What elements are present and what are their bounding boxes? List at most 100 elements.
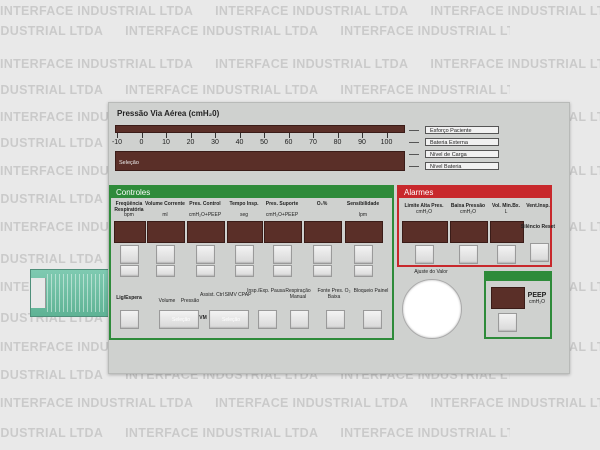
selection-display — [115, 151, 405, 171]
param-unit: seg — [239, 212, 249, 218]
watermark-text: INTERFACE INDUSTRIAL LTDA — [0, 4, 194, 18]
watermark-row: INTERFACE INDUSTRIAL LTDA INTERFACE INDUS… — [0, 24, 510, 42]
param-display — [187, 221, 225, 243]
param-name: O₂% — [316, 201, 328, 207]
watermark-text: INTERFACE INDUSTRIAL LTDA — [430, 4, 600, 18]
watermark-row: INTERFACE INDUSTRIAL LTDA INTERFACE INDUS… — [0, 4, 600, 22]
watermark-text: INTERFACE INDUSTRIAL LTDA — [125, 24, 319, 38]
status-led — [409, 130, 419, 131]
param-up-button[interactable] — [354, 245, 373, 264]
param-display — [147, 221, 185, 243]
pressao-label: Pressão — [180, 298, 200, 304]
watermark-text: INTERFACE INDUSTRIAL LTDA — [0, 426, 104, 440]
param-down-button[interactable] — [156, 265, 175, 277]
param-down-button[interactable] — [196, 265, 215, 277]
param-down-button[interactable] — [120, 265, 139, 277]
param-up-button[interactable] — [313, 245, 332, 264]
scale-label: 80 — [333, 139, 342, 146]
pressure-bargraph — [115, 125, 405, 133]
param-down-button[interactable] — [273, 265, 292, 277]
watermark-text: INTERFACE INDUSTRIAL LTDA — [0, 252, 104, 266]
param-up-button[interactable] — [156, 245, 175, 264]
bloqueio-painel-button[interactable] — [363, 310, 382, 329]
alarm-display — [450, 221, 488, 243]
selection-display-label: Seleção — [119, 160, 139, 166]
peep-unit: cmH₂O — [528, 299, 546, 305]
param-display — [304, 221, 342, 243]
alarm-adjust-button[interactable] — [497, 245, 516, 264]
insp-exp-pausa-button[interactable] — [258, 310, 277, 329]
scale-label: -10 — [111, 139, 123, 146]
param-name: Pres. Suporte — [265, 201, 299, 207]
respiracao-manual-button[interactable] — [290, 310, 309, 329]
param-unit: cmH₂O+PEEP — [188, 212, 222, 218]
scale-label: 90 — [358, 139, 366, 146]
scale-tick — [362, 133, 363, 138]
watermark-text: INTERFACE INDUSTRIAL LTDA — [430, 396, 600, 410]
silencio-reset-button[interactable] — [530, 243, 549, 262]
watermark-text: INTERFACE INDUSTRIAL LTDA — [125, 83, 319, 97]
watermark-row: INTERFACE INDUSTRIAL LTDA INTERFACE INDUS… — [0, 396, 600, 414]
watermark-row: INTERFACE INDUSTRIAL LTDA INTERFACE INDUS… — [0, 83, 510, 101]
watermark-text: INTERFACE INDUSTRIAL LTDA — [0, 57, 194, 71]
scale-tick — [386, 133, 388, 138]
alarm-adjust-button[interactable] — [459, 245, 478, 264]
status-led — [409, 166, 419, 167]
scale-tick — [190, 133, 192, 138]
peep-section-header — [486, 273, 550, 281]
ribbon-tab — [31, 278, 46, 308]
scale-tick — [313, 133, 314, 138]
param-up-button[interactable] — [235, 245, 254, 264]
vm-selecao-button[interactable]: Seleção — [209, 310, 249, 329]
scale-tick — [239, 133, 241, 138]
scale-tick — [117, 133, 118, 138]
watermark-row: INTERFACE INDUSTRIAL LTDA INTERFACE INDUS… — [0, 57, 600, 75]
flex-ribbon-connector — [30, 269, 112, 317]
watermark-text: INTERFACE INDUSTRIAL LTDA — [430, 57, 600, 71]
alarm-display — [402, 221, 448, 243]
silencio-reset-label: Silêncio Reset — [520, 224, 556, 230]
scale-tick — [215, 133, 216, 138]
watermark-text: INTERFACE INDUSTRIAL LTDA — [340, 24, 510, 38]
ajuste-valor-knob[interactable] — [402, 279, 462, 339]
scale-label: 20 — [186, 139, 195, 146]
param-unit: ml — [162, 212, 168, 218]
alarmes-title: Alarmes — [399, 187, 550, 198]
param-down-button[interactable] — [354, 265, 373, 277]
watermark-text: INTERFACE INDUSTRIAL LTDA — [340, 426, 510, 440]
param-display — [114, 221, 146, 243]
param-up-button[interactable] — [120, 245, 139, 264]
alarm-param-unit: cmH₂O — [415, 209, 433, 215]
param-display — [345, 221, 383, 243]
param-down-button[interactable] — [313, 265, 332, 277]
alarm-adjust-button[interactable] — [415, 245, 434, 264]
lig-espera-button[interactable] — [120, 310, 139, 329]
peep-button[interactable] — [498, 313, 517, 332]
scale-label: 60 — [284, 139, 293, 146]
watermark-text: INTERFACE INDUSTRIAL LTDA — [0, 396, 194, 410]
watermark-text: INTERFACE INDUSTRIAL LTDA — [0, 368, 104, 382]
fonte-pres-button[interactable] — [326, 310, 345, 329]
param-up-button[interactable] — [196, 245, 215, 264]
watermark-text: INTERFACE INDUSTRIAL LTDA — [215, 4, 409, 18]
status-indicator: Esforço Paciente — [425, 126, 499, 134]
watermark-text: INTERFACE INDUSTRIAL LTDA — [215, 396, 409, 410]
scale-tick — [264, 133, 265, 138]
scale-tick — [337, 133, 339, 138]
status-led — [409, 154, 419, 155]
membrane-keypad-panel: Pressão Via Aérea (cmH₂0) -10 0 10 20 30 40 50… — [108, 102, 570, 374]
watermark-text: INTERFACE INDUSTRIAL LTDA — [0, 192, 104, 206]
param-name: Pres. Control — [189, 201, 221, 207]
status-indicator: Nível de Carga — [425, 150, 499, 158]
controles-title: Controles — [111, 187, 392, 198]
peep-display — [491, 287, 525, 309]
param-up-button[interactable] — [273, 245, 292, 264]
param-name: Volume Corrente — [145, 201, 185, 207]
vent-insp-label: Vent.Insp. — [526, 203, 550, 209]
lig-espera-label: Lig/Espera — [116, 295, 142, 301]
scale-label: 40 — [235, 139, 244, 146]
scale-tick — [166, 133, 167, 138]
param-down-button[interactable] — [235, 265, 254, 277]
scale-tick — [141, 133, 143, 138]
fonte-pres-label: Fonte Pres. O₂ Baixa — [317, 288, 351, 300]
